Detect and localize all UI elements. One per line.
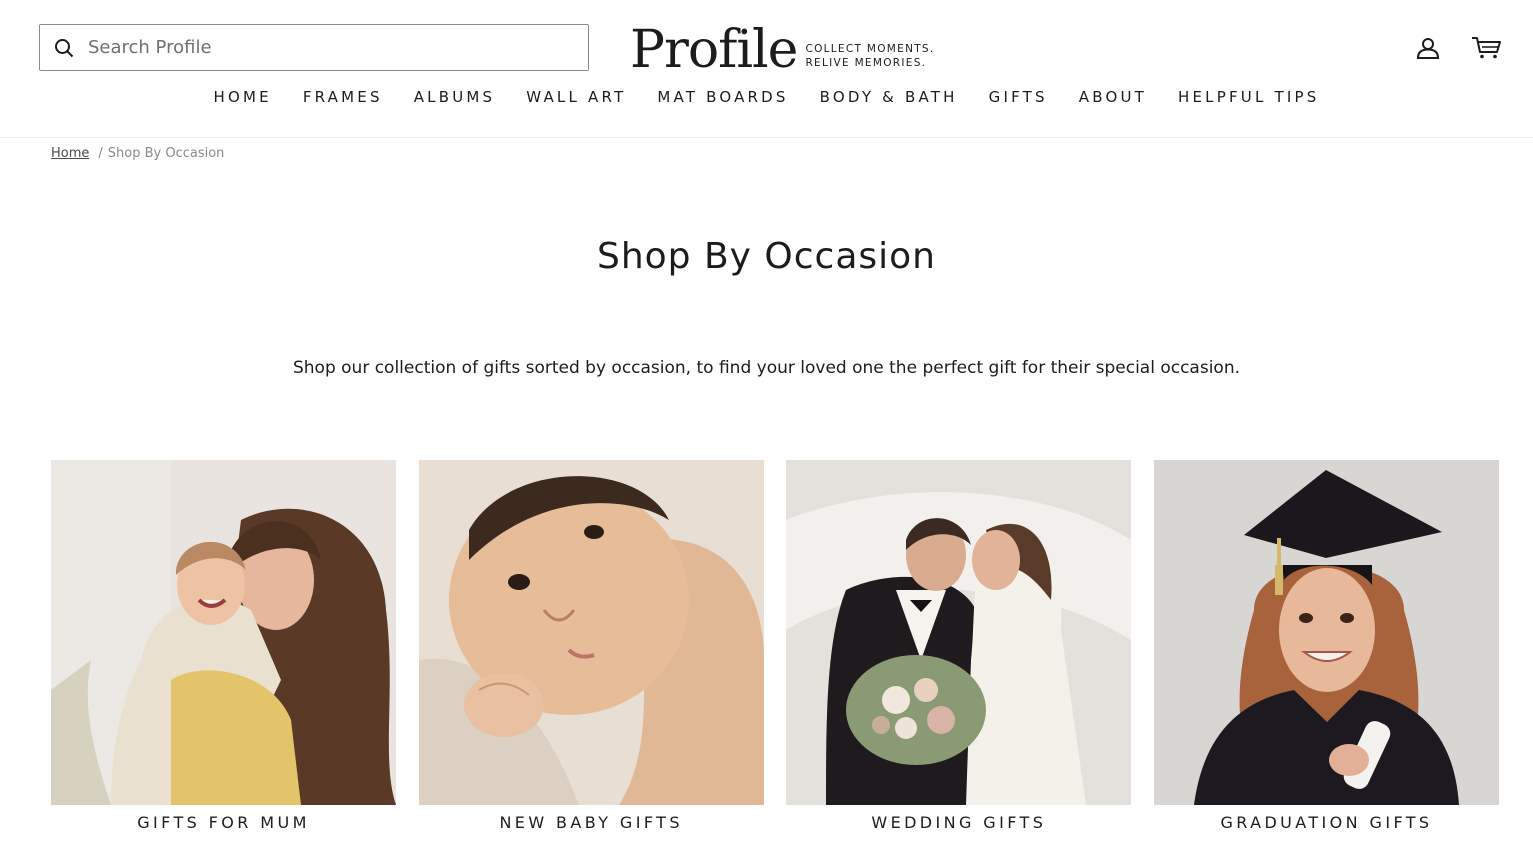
logo-tagline-line1: COLLECT MOMENTS. [805,43,935,55]
collection-image-wedding[interactable] [786,460,1132,805]
site-logo[interactable]: Profile COLLECT MOMENTS. RELIVE MEMORIES… [630,18,935,78]
search-input[interactable] [88,27,568,68]
nav-frames[interactable]: FRAMES [287,84,398,110]
collection-card-graduation-gifts[interactable]: GRADUATION GIFTS [1153,460,1499,832]
user-icon [1416,38,1440,59]
main-nav: HOME FRAMES ALBUMS WALL ART MAT BOARDS B… [0,84,1533,110]
baby-photo [418,460,764,805]
breadcrumb: Home / Shop By Occasion [51,146,224,161]
page-description: Shop our collection of gifts sorted by o… [292,358,1241,378]
logo-wordmark: Profile [630,20,798,80]
account-button[interactable] [1413,33,1443,63]
collection-card-wedding-gifts[interactable]: WEDDING GIFTS [786,460,1132,832]
search-box[interactable] [39,24,589,71]
collection-image-baby[interactable] [418,460,764,805]
collection-card-gifts-for-mum[interactable]: GIFTS FOR MUM [51,460,396,832]
cart-button[interactable] [1469,33,1503,63]
mother-child-photo [51,460,396,805]
logo-tagline-line2: RELIVE MEMORIES. [805,57,927,69]
nav-albums[interactable]: ALBUMS [398,84,511,110]
page-title: Shop By Occasion [596,236,936,277]
breadcrumb-home-link[interactable]: Home [51,146,89,161]
nav-mat-boards[interactable]: MAT BOARDS [642,84,804,110]
wedding-couple-photo [786,460,1132,805]
collection-grid: GIFTS FOR MUM NEW BABY GIFTS WEDDING GIF… [51,460,1499,832]
breadcrumb-current: Shop By Occasion [107,146,225,161]
nav-helpful-tips[interactable]: HELPFUL TIPS [1163,84,1335,110]
nav-home[interactable]: HOME [198,84,287,110]
site-header: Profile COLLECT MOMENTS. RELIVE MEMORIES… [0,0,1533,138]
graduate-photo [1153,460,1499,805]
collection-label[interactable]: GRADUATION GIFTS [1154,813,1499,832]
nav-wall-art[interactable]: WALL ART [511,84,642,110]
nav-about[interactable]: ABOUT [1063,84,1162,110]
breadcrumb-separator: / [98,146,103,161]
collection-label[interactable]: GIFTS FOR MUM [51,813,396,832]
collection-card-new-baby-gifts[interactable]: NEW BABY GIFTS [418,460,764,832]
logo-tagline: COLLECT MOMENTS. RELIVE MEMORIES. [805,42,934,70]
collection-label[interactable]: WEDDING GIFTS [786,813,1131,832]
nav-body-bath[interactable]: BODY & BATH [804,84,973,110]
cart-icon [1472,37,1501,59]
search-icon[interactable] [40,25,88,70]
nav-gifts[interactable]: GIFTS [973,84,1063,110]
collection-image-graduation[interactable] [1153,460,1499,805]
collection-image-mum[interactable] [51,460,396,805]
collection-label[interactable]: NEW BABY GIFTS [419,813,764,832]
